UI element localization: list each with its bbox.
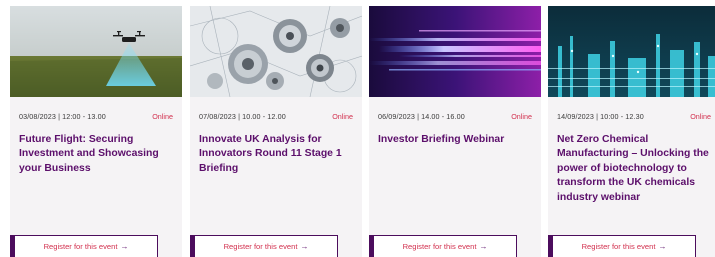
event-card-list: 03/08/2023 | 12:00 - 13.00 Online Future… [0, 0, 715, 257]
register-button[interactable]: Register for this event → [10, 235, 158, 257]
event-mode-badge: Online [152, 111, 173, 121]
event-card[interactable]: 06/09/2023 | 14.00 - 16.00 Online Invest… [369, 6, 541, 257]
event-title[interactable]: Investor Briefing Webinar [378, 133, 532, 147]
event-date: 14/09/2023 | 10:00 - 12.30 [557, 111, 644, 121]
register-button[interactable]: Register for this event → [369, 235, 517, 257]
event-title[interactable]: Net Zero Chemical Manufacturing – Unlock… [557, 133, 711, 205]
register-label: Register for this event [43, 242, 118, 251]
gears-blueprint-image [190, 6, 362, 97]
event-meta: 14/09/2023 | 10:00 - 12.30 Online [548, 110, 715, 122]
event-card[interactable]: 07/08/2023 | 10.00 - 12.00 Online Innova… [190, 6, 362, 257]
arrow-right-icon: → [120, 242, 129, 251]
event-meta: 06/09/2023 | 14.00 - 16.00 Online [369, 110, 541, 122]
event-meta: 07/08/2023 | 10.00 - 12.00 Online [190, 110, 362, 122]
register-label: Register for this event [223, 242, 298, 251]
event-mode-badge: Online [332, 111, 353, 121]
light-streaks-image [369, 6, 541, 97]
register-button[interactable]: Register for this event → [190, 235, 338, 257]
event-mode-badge: Online [511, 111, 532, 121]
register-button[interactable]: Register for this event → [548, 235, 696, 257]
arrow-right-icon: → [300, 242, 309, 251]
event-date: 07/08/2023 | 10.00 - 12.00 [199, 111, 286, 121]
event-title[interactable]: Future Flight: Securing Investment and S… [19, 133, 173, 176]
event-card[interactable]: 14/09/2023 | 10:00 - 12.30 Online Net Ze… [548, 6, 715, 257]
event-meta: 03/08/2023 | 12:00 - 13.00 Online [10, 110, 182, 122]
register-label: Register for this event [402, 242, 477, 251]
drone-over-field-image [10, 6, 182, 97]
event-card[interactable]: 03/08/2023 | 12:00 - 13.00 Online Future… [10, 6, 182, 257]
event-date: 06/09/2023 | 14.00 - 16.00 [378, 111, 465, 121]
arrow-right-icon: → [658, 242, 667, 251]
register-label: Register for this event [581, 242, 656, 251]
arrow-right-icon: → [479, 242, 488, 251]
event-date: 03/08/2023 | 12:00 - 13.00 [19, 111, 106, 121]
event-mode-badge: Online [690, 111, 711, 121]
event-title[interactable]: Innovate UK Analysis for Innovators Roun… [199, 133, 353, 176]
chemical-plant-night-image [548, 6, 715, 97]
